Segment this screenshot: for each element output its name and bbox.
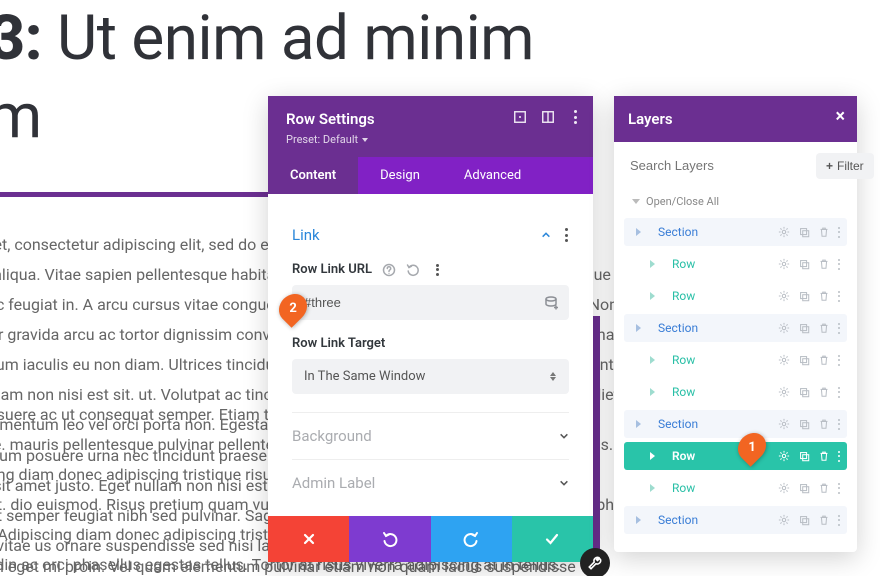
- link-target-select[interactable]: In The Same Window: [292, 359, 569, 394]
- help-icon[interactable]: [382, 263, 396, 277]
- duplicate-icon[interactable]: [798, 450, 810, 462]
- row-more-icon[interactable]: [838, 515, 841, 526]
- gear-icon[interactable]: [778, 514, 790, 526]
- layer-label: Row: [624, 257, 695, 271]
- layer-label: Row: [624, 289, 695, 303]
- cancel-button[interactable]: [268, 516, 349, 562]
- row-more-icon[interactable]: [838, 387, 841, 398]
- layer-row[interactable]: Row: [624, 346, 847, 374]
- gear-icon[interactable]: [778, 226, 790, 238]
- section-background-toggle[interactable]: Background: [292, 427, 569, 445]
- section-link-more-icon[interactable]: [565, 228, 569, 242]
- trash-icon[interactable]: [818, 418, 830, 430]
- link-url-input[interactable]: [292, 285, 569, 320]
- trash-icon[interactable]: [818, 258, 830, 270]
- section-admin-label-toggle[interactable]: Admin Label: [292, 474, 569, 492]
- section-link-toggle[interactable]: Link: [292, 226, 569, 244]
- preset-dropdown[interactable]: Preset: Default: [286, 133, 368, 146]
- undo-button[interactable]: [349, 516, 430, 562]
- duplicate-icon[interactable]: [798, 290, 810, 302]
- layer-row[interactable]: Row: [624, 442, 847, 470]
- row-more-icon[interactable]: [838, 323, 841, 334]
- layer-row[interactable]: Row: [624, 282, 847, 310]
- duplicate-icon[interactable]: [798, 322, 810, 334]
- row-more-icon[interactable]: [838, 355, 841, 366]
- tab-design[interactable]: Design: [358, 157, 442, 194]
- link-target-label: Row Link Target: [292, 336, 385, 351]
- field-more-icon[interactable]: [430, 263, 444, 277]
- trash-icon[interactable]: [818, 322, 830, 334]
- layer-label: Row: [624, 385, 695, 399]
- layer-label: Row: [624, 449, 695, 463]
- gear-icon[interactable]: [778, 450, 790, 462]
- wrench-fab[interactable]: [580, 548, 610, 576]
- trash-icon[interactable]: [818, 450, 830, 462]
- duplicate-icon[interactable]: [798, 514, 810, 526]
- expand-icon[interactable]: [513, 110, 527, 124]
- layer-section[interactable]: Section: [624, 410, 847, 438]
- gear-icon[interactable]: [778, 482, 790, 494]
- reset-icon[interactable]: [406, 263, 420, 277]
- layers-panel: Layers × +Filter Open/Close All Section …: [614, 96, 857, 552]
- layer-label: Row: [624, 353, 695, 367]
- link-url-label: Row Link URL: [292, 262, 372, 277]
- row-more-icon[interactable]: [838, 419, 841, 430]
- layer-row[interactable]: Row: [624, 250, 847, 278]
- duplicate-icon[interactable]: [798, 258, 810, 270]
- duplicate-icon[interactable]: [798, 386, 810, 398]
- trash-icon[interactable]: [818, 514, 830, 526]
- columns-icon[interactable]: [541, 110, 555, 124]
- search-layers-input[interactable]: [626, 152, 810, 179]
- trash-icon[interactable]: [818, 290, 830, 302]
- open-close-all[interactable]: Open/Close All: [624, 191, 847, 218]
- duplicate-icon[interactable]: [798, 418, 810, 430]
- gear-icon[interactable]: [778, 418, 790, 430]
- layers-header: Layers ×: [614, 96, 857, 142]
- select-arrows-icon: [549, 372, 557, 381]
- more-icon[interactable]: [569, 110, 583, 124]
- layer-section[interactable]: Section: [624, 218, 847, 246]
- section-link-title: Link: [292, 226, 320, 244]
- row-more-icon[interactable]: [838, 291, 841, 302]
- trash-icon[interactable]: [818, 226, 830, 238]
- duplicate-icon[interactable]: [798, 482, 810, 494]
- layer-label: Row: [624, 481, 695, 495]
- dynamic-content-icon[interactable]: [543, 295, 559, 311]
- redo-button[interactable]: [431, 516, 512, 562]
- selection-indicator: [592, 316, 600, 556]
- layer-section[interactable]: Section: [624, 506, 847, 534]
- section-background-title: Background: [292, 427, 372, 445]
- row-settings-panel: Row Settings Preset: Default Content Des…: [268, 96, 593, 562]
- gear-icon[interactable]: [778, 322, 790, 334]
- row-more-icon[interactable]: [838, 483, 841, 494]
- row-more-icon[interactable]: [838, 227, 841, 238]
- trash-icon[interactable]: [818, 386, 830, 398]
- gear-icon[interactable]: [778, 354, 790, 366]
- trash-icon[interactable]: [818, 482, 830, 494]
- layer-row[interactable]: Row: [624, 378, 847, 406]
- close-icon[interactable]: ×: [835, 108, 845, 126]
- duplicate-icon[interactable]: [798, 226, 810, 238]
- row-more-icon[interactable]: [838, 451, 841, 462]
- settings-tabs: Content Design Advanced: [268, 157, 593, 194]
- gear-icon[interactable]: [778, 386, 790, 398]
- settings-actions: [268, 516, 593, 562]
- gear-icon[interactable]: [778, 290, 790, 302]
- settings-header: Row Settings Preset: Default: [268, 96, 593, 157]
- layers-title: Layers: [628, 110, 673, 128]
- trash-icon[interactable]: [818, 354, 830, 366]
- section-admin-label-title: Admin Label: [292, 474, 375, 492]
- duplicate-icon[interactable]: [798, 354, 810, 366]
- tab-advanced[interactable]: Advanced: [442, 157, 543, 194]
- layer-section[interactable]: Section: [624, 314, 847, 342]
- filter-button[interactable]: +Filter: [816, 153, 874, 179]
- row-more-icon[interactable]: [838, 259, 841, 270]
- tab-content[interactable]: Content: [268, 157, 358, 194]
- gear-icon[interactable]: [778, 258, 790, 270]
- layer-row[interactable]: Row: [624, 474, 847, 502]
